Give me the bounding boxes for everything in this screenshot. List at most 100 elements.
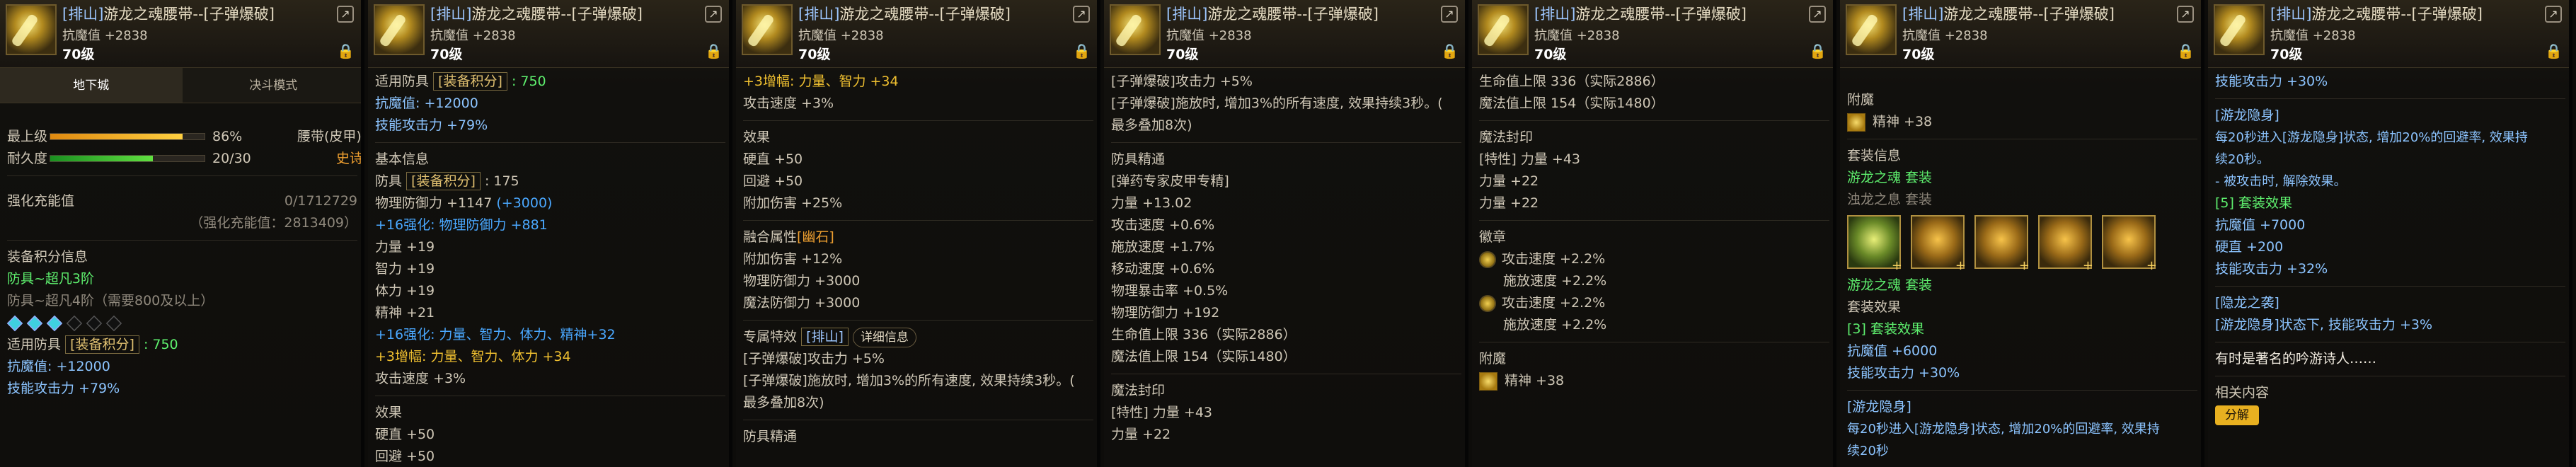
tab-dungeon[interactable]: 地下城 xyxy=(0,68,183,103)
title-tag: [排山] xyxy=(1534,6,1576,23)
magic-resist: 抗魔值 +2838 xyxy=(1534,28,1620,43)
mastery-sub: [弹药专家皮甲专精] xyxy=(1111,173,1229,189)
seal-heading: 魔法封印 xyxy=(1479,129,1534,145)
item-tooltip-panel-6: [排山]游龙之魂腰带--[子弹爆破] 抗魔值 +2838 70级 ↗ 🔒 附魔 … xyxy=(1840,0,2204,467)
share-link-icon[interactable]: ↗ xyxy=(705,6,722,23)
item-title: [排山]游龙之魂腰带--[子弹爆破] xyxy=(1902,3,2115,24)
special-line-3: 最多叠加8次) xyxy=(1111,117,1192,133)
flavor-text: 有时是著名的吟游诗人…… xyxy=(2215,351,2377,367)
tooltip-body: 最上级 86% 腰带(皮甲) 耐久度 20/30 史诗 强化充能值 0/1712… xyxy=(6,126,361,400)
reinforce-row: 强化充能值 0/1712729 xyxy=(7,190,357,212)
emblem-2b: 施放速度 +2.2% xyxy=(1503,317,1607,333)
magic-resist: 抗魔值 +2838 xyxy=(430,28,516,43)
enchant-value: 精神 +38 xyxy=(1873,114,1933,129)
score-box: [装备积分] xyxy=(65,335,139,354)
max-level-label: 最上级 xyxy=(7,129,48,144)
seal-str: 力量 +22 xyxy=(1111,427,1171,442)
emblem-1a-text: 攻击速度 +2.2% xyxy=(1502,251,1606,267)
atk-speed-line: 攻击速度 +3% xyxy=(375,371,466,386)
mp-line: 魔法值上限 154（实际1480） xyxy=(1479,96,1664,111)
special-label: 专属特效 xyxy=(743,329,798,345)
seal-heading: 魔法封印 xyxy=(1111,383,1166,398)
resist-line: 抗魔值: +12000 xyxy=(7,359,110,374)
extra-dmg-line: 附加伤害 +25% xyxy=(743,195,843,211)
tooltip-body: 适用防具 [装备积分] : 750 抗魔值: +12000 技能攻击力 +79%… xyxy=(375,71,725,467)
enchant-card-icon xyxy=(1847,113,1865,132)
emblem-1b: 施放速度 +2.2% xyxy=(1503,273,1607,289)
set-item-icon[interactable] xyxy=(1974,215,2030,273)
set-item-icon[interactable] xyxy=(1911,215,1966,273)
atk-speed-line: 攻击速度 +3% xyxy=(743,96,834,111)
special-tag: [排山] xyxy=(801,328,849,346)
lock-icon[interactable]: 🔒 xyxy=(2545,42,2563,61)
set-name-2: 浊龙之息 套装 xyxy=(1847,192,1933,207)
detail-button[interactable]: 详细信息 xyxy=(852,328,916,347)
title-name: 游龙之魂腰带--[子弹爆破] xyxy=(839,6,1011,23)
applicable-row: 适用防具 [装备积分] : 750 xyxy=(375,71,725,93)
title-name: 游龙之魂腰带--[子弹爆破] xyxy=(471,6,643,23)
magic-resist: 抗魔值 +2838 xyxy=(62,28,148,43)
set-item-icon[interactable] xyxy=(2102,215,2157,273)
recovery-line: 回避 +50 xyxy=(743,173,803,189)
lock-icon[interactable]: 🔒 xyxy=(2177,42,2195,61)
divider xyxy=(743,220,1093,221)
share-link-icon[interactable]: ↗ xyxy=(1441,6,1458,23)
amp-line: +3增幅: 力量、智力、体力 +34 xyxy=(375,349,571,364)
share-link-icon[interactable]: ↗ xyxy=(337,6,354,23)
mastery-crit: 物理暴击率 +0.5% xyxy=(1111,283,1229,299)
mastery-heading: 防具精通 xyxy=(743,429,798,444)
item-tooltip-panel-7: [排山]游龙之魂腰带--[子弹爆破] 抗魔值 +2838 70级 ↗ 🔒 技能攻… xyxy=(2208,0,2572,467)
share-link-icon[interactable]: ↗ xyxy=(1073,6,1090,23)
score-info-heading: 装备积分信息 xyxy=(7,249,88,265)
str-line: 力量 +19 xyxy=(375,239,435,255)
max-level-row: 最上级 86% 腰带(皮甲) xyxy=(7,126,361,148)
item-tooltip-panel-3: [排山]游龙之魂腰带--[子弹爆破] 抗魔值 +2838 70级 ↗ 🔒 +3增… xyxy=(736,0,1100,467)
set-item-icon[interactable] xyxy=(2038,215,2093,273)
lock-icon[interactable]: 🔒 xyxy=(1809,42,1827,61)
title-tag: [排山] xyxy=(798,6,840,23)
divider xyxy=(1479,120,1829,121)
hard-line: 硬直 +50 xyxy=(743,151,803,167)
lock-icon[interactable]: 🔒 xyxy=(1073,42,1091,61)
stealth-desc-2: 续20秒 xyxy=(1847,444,1889,459)
mode-tabs: 地下城 决斗模式 xyxy=(0,68,361,103)
score-gem-icon xyxy=(105,315,122,331)
title-tag: [排山] xyxy=(2270,6,2312,23)
item-tooltip-panel-1: [排山]游龙之魂腰带--[子弹爆破] 抗魔值 +2838 70级 ↗ 🔒 地下城… xyxy=(0,0,364,467)
reinforce2-line: +16强化: 力量、智力、体力、精神+32 xyxy=(375,327,616,342)
phys-def: 物理防御力 +1147 xyxy=(375,195,493,211)
durability-bar xyxy=(50,155,205,162)
enchant-card-icon xyxy=(1479,371,1497,391)
lock-icon[interactable]: 🔒 xyxy=(1441,42,1459,61)
lock-icon[interactable]: 🔒 xyxy=(705,42,723,61)
special-line-2: [子弹爆破]施放时, 增加3%的所有速度, 效果持续3秒。( xyxy=(1111,96,1443,111)
magic-resist: 抗魔值 +2838 xyxy=(2270,28,2356,43)
seal-line: [特性] 力量 +43 xyxy=(1479,151,1581,167)
disassemble-button[interactable]: 分解 xyxy=(2215,405,2259,425)
belt-item-icon xyxy=(1846,4,1897,55)
fusion-tag: [幽石] xyxy=(797,229,834,245)
item-level: 70级 xyxy=(430,47,463,62)
share-link-icon[interactable]: ↗ xyxy=(2545,6,2562,23)
set3-resist: 抗魔值 +6000 xyxy=(1847,343,1938,359)
resist-line: 抗魔值: +12000 xyxy=(375,96,478,111)
durability-label: 耐久度 xyxy=(7,151,48,166)
set-item-icon[interactable] xyxy=(1847,215,1902,273)
basic-info-heading: 基本信息 xyxy=(375,151,430,167)
effect-heading: 效果 xyxy=(743,129,771,145)
related-heading: 相关内容 xyxy=(2215,385,2270,400)
stealth-desc-1: 每20秒进入[游龙隐身]状态, 增加20%的回避率, 效果持 xyxy=(1847,422,2160,437)
tooltip-header: [排山]游龙之魂腰带--[子弹爆破] 抗魔值 +2838 70级 ↗ 🔒 xyxy=(2208,0,2569,68)
lock-icon[interactable]: 🔒 xyxy=(337,42,355,61)
title-tag: [排山] xyxy=(1166,6,1208,23)
set5-hard: 硬直 +200 xyxy=(2215,239,2284,255)
set-effect-heading: 套装效果 xyxy=(1847,299,1902,315)
hide-title: [隐龙之袭] xyxy=(2215,295,2279,311)
share-link-icon[interactable]: ↗ xyxy=(1809,6,1826,23)
share-link-icon[interactable]: ↗ xyxy=(2177,6,2194,23)
divider xyxy=(1479,220,1829,221)
item-level: 70级 xyxy=(1166,47,1199,62)
tab-duel[interactable]: 决斗模式 xyxy=(182,68,361,103)
armor-value: : 175 xyxy=(484,173,519,189)
tooltip-body: +3增幅: 力量、智力 +34 攻击速度 +3% 效果 硬直 +50 回避 +5… xyxy=(743,71,1093,448)
